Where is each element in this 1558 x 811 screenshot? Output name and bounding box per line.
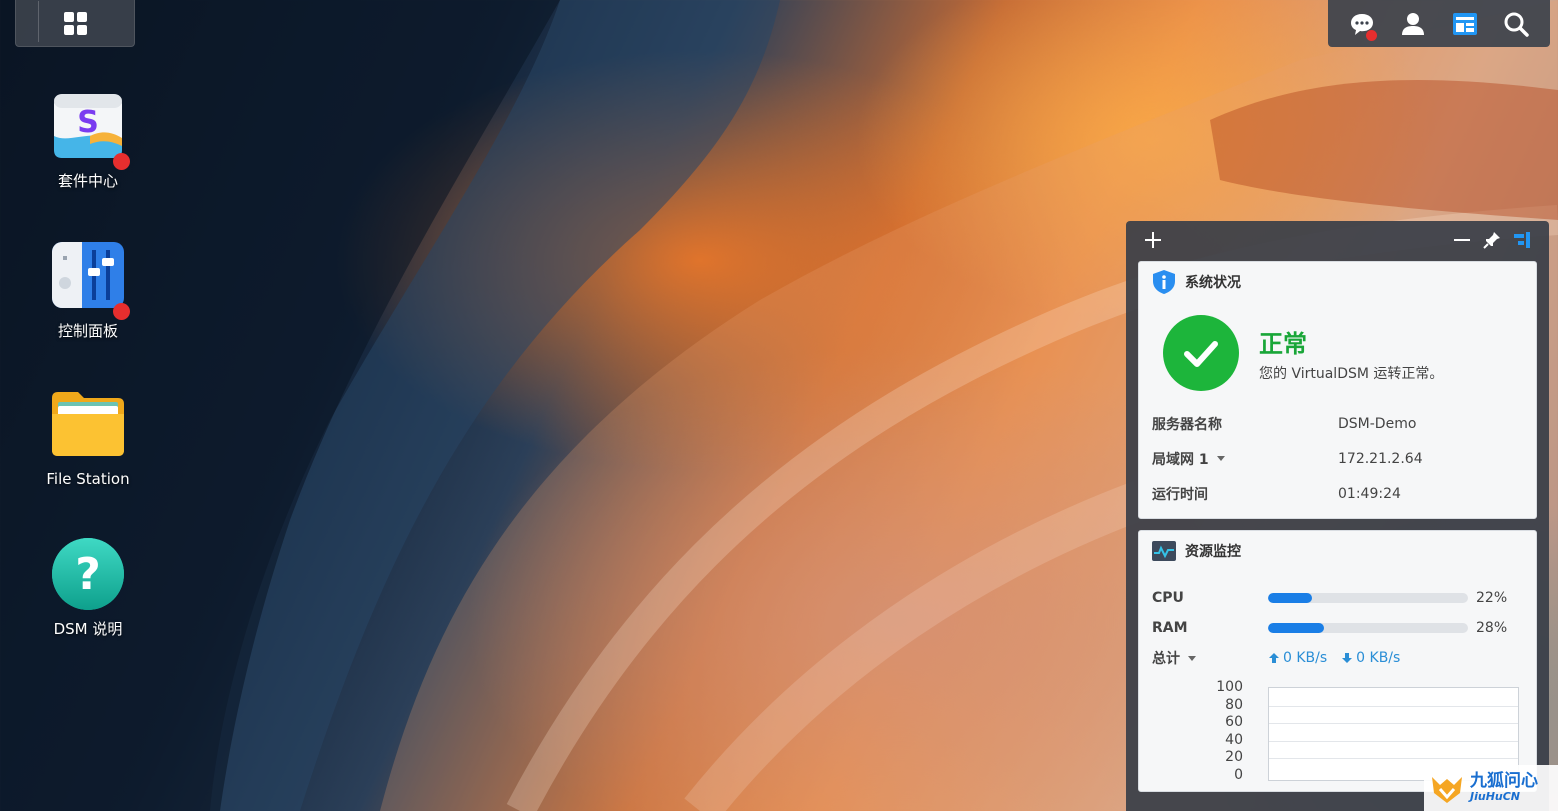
svg-text:?: ? — [75, 549, 101, 600]
total-label: 总计 — [1152, 651, 1180, 667]
desktop-icon-label: File Station — [46, 470, 130, 488]
divider — [38, 1, 39, 42]
upload-rate: 0 KB/s — [1268, 650, 1327, 666]
ram-bar — [1268, 623, 1468, 633]
system-status-card: 系统状况 正常 您的 VirtualDSM 运转正常。 服务器名称 DSM-De… — [1138, 261, 1537, 519]
usage-chart: 100 80 60 40 20 0 — [1139, 677, 1536, 783]
grid-line — [1269, 758, 1518, 760]
ok-check-icon — [1163, 315, 1239, 391]
y-tick-label: 20 — [1225, 749, 1243, 766]
chart-y-axis: 100 80 60 40 20 0 — [1209, 677, 1249, 783]
watermark-subtext: JiuHuCN — [1470, 790, 1521, 803]
cpu-percent: 22% — [1476, 590, 1508, 606]
desktop-icon-dsm-help[interactable]: ? DSM 说明 — [28, 536, 148, 639]
card-header: 资源监控 — [1139, 531, 1536, 571]
widget-panel: 系统状况 正常 您的 VirtualDSM 运转正常。 服务器名称 DSM-De… — [1126, 221, 1549, 811]
user-icon — [1402, 12, 1425, 35]
row-value: DSM-Demo — [1338, 415, 1417, 432]
caret-down-icon — [1216, 456, 1225, 461]
panel-layout-icon — [1514, 232, 1530, 248]
download-rate: 0 KB/s — [1341, 650, 1400, 666]
status-description: 您的 VirtualDSM 运转正常。 — [1259, 365, 1444, 382]
search-button[interactable] — [1499, 7, 1533, 41]
row-key: 局域网 1 — [1152, 451, 1209, 468]
pin-icon — [1483, 232, 1500, 249]
network-row: 总计 0 KB/s 0 KB/s — [1139, 643, 1536, 673]
card-header: 系统状况 — [1139, 262, 1536, 302]
desktop-icon-label: 控制面板 — [57, 322, 118, 340]
help-icon: ? — [50, 536, 126, 612]
download-arrow-icon — [1342, 653, 1353, 663]
watermark-text: 九狐问心 — [1470, 771, 1538, 791]
status-title: 正常 — [1259, 329, 1307, 358]
cpu-bar-fill — [1268, 593, 1312, 603]
widgets-icon — [1452, 12, 1477, 35]
row-value: 01:49:24 — [1338, 485, 1401, 502]
widgets-button[interactable] — [1448, 7, 1482, 41]
row-value: 172.21.2.64 — [1338, 450, 1423, 467]
monitor-icon — [1151, 538, 1177, 564]
widget-layout-button[interactable] — [1507, 225, 1537, 255]
uptime-row: 运行时间 01:49:24 — [1139, 476, 1536, 511]
cpu-label: CPU — [1152, 590, 1184, 606]
server-name-row: 服务器名称 DSM-Demo — [1139, 406, 1536, 441]
apps-grid-icon — [63, 12, 87, 35]
y-tick-label: 60 — [1225, 714, 1243, 731]
desktop-icon-package-center[interactable]: S 套件中心 — [28, 88, 148, 191]
widget-toolbar — [1126, 221, 1549, 259]
row-key: 服务器名称 — [1152, 416, 1222, 433]
folder-icon — [50, 388, 126, 464]
plus-icon — [1145, 232, 1161, 248]
y-tick-label: 40 — [1225, 731, 1243, 748]
lan-selector[interactable]: 局域网 1 — [1152, 449, 1338, 469]
user-button[interactable] — [1396, 7, 1430, 41]
package-center-icon: S — [50, 88, 130, 170]
ram-label: RAM — [1152, 620, 1188, 636]
total-selector[interactable]: 总计 — [1152, 648, 1268, 668]
cpu-bar — [1268, 593, 1468, 603]
y-tick-label: 80 — [1225, 696, 1243, 713]
search-icon — [1504, 12, 1529, 37]
desktop-icon-label: 套件中心 — [57, 172, 118, 190]
upload-value: 0 KB/s — [1283, 650, 1328, 666]
download-value: 0 KB/s — [1356, 650, 1401, 666]
card-title: 系统状况 — [1185, 275, 1241, 291]
grid-line — [1269, 740, 1518, 742]
row-key: 运行时间 — [1152, 486, 1208, 503]
y-tick-label: 100 — [1216, 679, 1243, 695]
cpu-row: CPU 22% — [1139, 583, 1536, 613]
caret-down-icon — [1188, 655, 1196, 661]
minimize-widget-button[interactable] — [1447, 225, 1477, 255]
lan-row: 局域网 1 172.21.2.64 — [1139, 441, 1536, 476]
update-badge — [113, 153, 130, 170]
ram-percent: 28% — [1476, 620, 1508, 636]
notification-button[interactable] — [1345, 7, 1379, 41]
fox-logo-icon — [1432, 777, 1462, 803]
notification-badge — [1365, 29, 1377, 41]
add-widget-button[interactable] — [1138, 225, 1168, 255]
watermark-logo: 九狐问心 JiuHuCN — [1424, 765, 1558, 811]
y-tick-label: 0 — [1234, 767, 1243, 783]
grid-line — [1269, 705, 1518, 707]
card-title: 资源监控 — [1185, 544, 1241, 560]
resource-monitor-card: 资源监控 CPU 22% RAM 28% 总计 0 KB/s 0 KB/s 10… — [1138, 530, 1537, 792]
update-badge — [113, 303, 130, 320]
svg-text:S: S — [77, 105, 99, 140]
ram-bar-fill — [1268, 623, 1324, 633]
ram-row: RAM 28% — [1139, 613, 1536, 643]
minus-icon — [1454, 239, 1470, 241]
taskbar-tray — [1328, 0, 1550, 47]
desktop-icon-file-station[interactable]: File Station — [28, 388, 148, 488]
info-shield-icon — [1151, 269, 1177, 295]
main-menu-button[interactable] — [15, 0, 135, 47]
desktop-icon-control-panel[interactable]: 控制面板 — [28, 238, 148, 341]
upload-arrow-icon — [1269, 653, 1279, 663]
pin-widget-button[interactable] — [1477, 225, 1507, 255]
desktop-icon-label: DSM 说明 — [53, 620, 123, 638]
status-summary: 正常 您的 VirtualDSM 运转正常。 — [1139, 302, 1536, 394]
grid-line — [1269, 723, 1518, 725]
control-panel-icon — [50, 238, 130, 320]
